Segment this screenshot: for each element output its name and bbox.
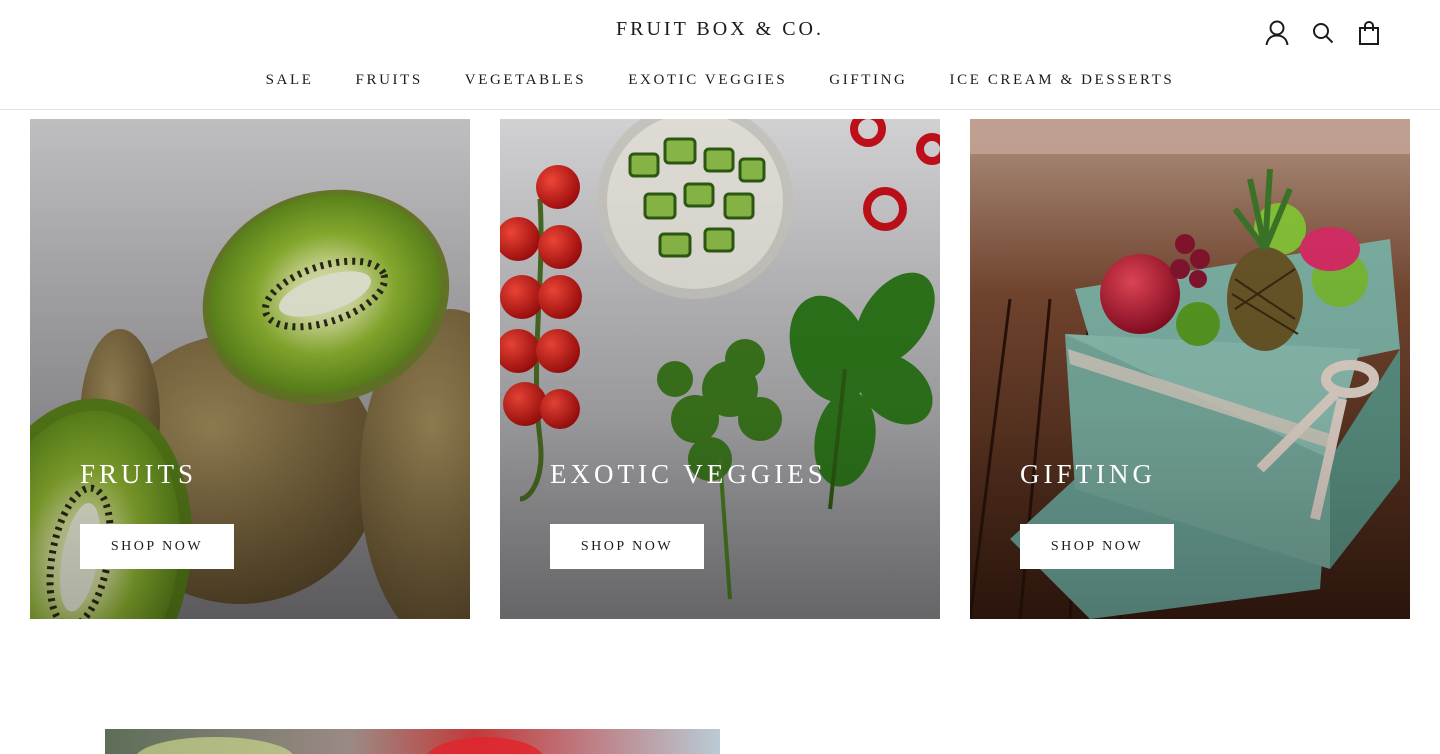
main-nav: SALE FRUITS VEGETABLES EXOTIC VEGGIES GI…	[0, 70, 1440, 90]
collection-tile-fruits[interactable]: FRUITS SHOP NOW	[30, 119, 470, 619]
shop-now-button[interactable]: SHOP NOW	[80, 524, 234, 569]
collection-tile-gifting[interactable]: GIFTING SHOP NOW	[970, 119, 1410, 619]
featured-image	[105, 729, 720, 754]
header-icons	[1254, 19, 1392, 47]
collection-tile-exotic-veggies[interactable]: EXOTIC VEGGIES SHOP NOW	[500, 119, 940, 619]
search-icon[interactable]	[1300, 19, 1346, 47]
shop-now-button[interactable]: SHOP NOW	[1020, 524, 1174, 569]
nav-item-vegetables[interactable]: VEGETABLES	[465, 70, 586, 90]
nav-item-exotic-veggies[interactable]: EXOTIC VEGGIES	[628, 70, 787, 90]
collection-title: GIFTING	[1020, 459, 1156, 489]
collection-tiles: FRUITS SHOP NOW EXOTIC VEGGIES SHOP NOW …	[30, 119, 1410, 619]
nav-item-sale[interactable]: SALE	[266, 70, 314, 90]
nav-item-ice-cream-desserts[interactable]: ICE CREAM & DESSERTS	[950, 70, 1175, 90]
cart-icon[interactable]	[1346, 19, 1392, 47]
collection-title: EXOTIC VEGGIES	[550, 459, 827, 489]
account-icon[interactable]	[1254, 19, 1300, 47]
shop-now-button[interactable]: SHOP NOW	[550, 524, 704, 569]
collection-title: FRUITS	[80, 459, 198, 489]
nav-item-gifting[interactable]: GIFTING	[829, 70, 907, 90]
site-header: FRUIT BOX & CO. SALE FRUITS VEGETABLES E…	[0, 0, 1440, 110]
nav-item-fruits[interactable]: FRUITS	[356, 70, 423, 90]
brand-logo[interactable]: FRUIT BOX & CO.	[0, 18, 1440, 41]
